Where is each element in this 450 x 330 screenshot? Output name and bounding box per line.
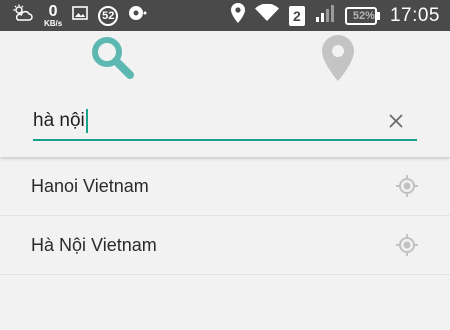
wifi-icon [254,3,279,27]
signal-icon [315,4,335,27]
text-cursor [85,109,88,133]
weather-icon [12,4,34,27]
tab-search[interactable] [0,31,225,89]
status-bar-right: 2 52% 17:05 [230,0,440,31]
list-item[interactable]: Hanoi Vietnam [0,157,450,216]
locate-icon[interactable] [395,174,419,198]
result-label: Hanoi Vietnam [31,176,149,196]
battery-indicator: 52% [344,6,377,25]
network-speed-unit: KB/s [44,18,63,28]
search-input-underline [33,139,417,141]
sim-slot-badge: 2 [288,5,305,26]
status-bar: 0 KB/s 52 2 52% 17:05 [0,0,450,31]
location-icon [230,3,245,28]
clear-icon[interactable] [387,112,405,130]
network-speed-value: 0 [48,2,58,20]
clock: 17:05 [389,4,440,26]
status-bar-left: 0 KB/s 52 [12,0,148,31]
network-speed: 0 KB/s [44,2,63,28]
search-input-value: hà nội [33,110,85,131]
locate-icon[interactable] [395,233,419,257]
tab-place[interactable] [225,31,450,89]
notification-count-badge: 52 [98,5,119,26]
image-icon [72,5,89,26]
tab-bar [0,31,450,89]
record-icon [128,4,148,27]
search-icon [89,34,137,87]
battery-percent: 52% [352,9,375,22]
list-item[interactable]: Hà Nội Vietnam [0,216,450,275]
search-input[interactable]: hà nội [33,107,383,135]
search-bar: hà nội [0,89,450,157]
results-list: Hanoi Vietnam Hà Nội Vietnam [0,157,450,275]
result-label: Hà Nội Vietnam [31,235,157,255]
place-pin-icon [321,34,355,87]
battery-cap [376,11,380,20]
